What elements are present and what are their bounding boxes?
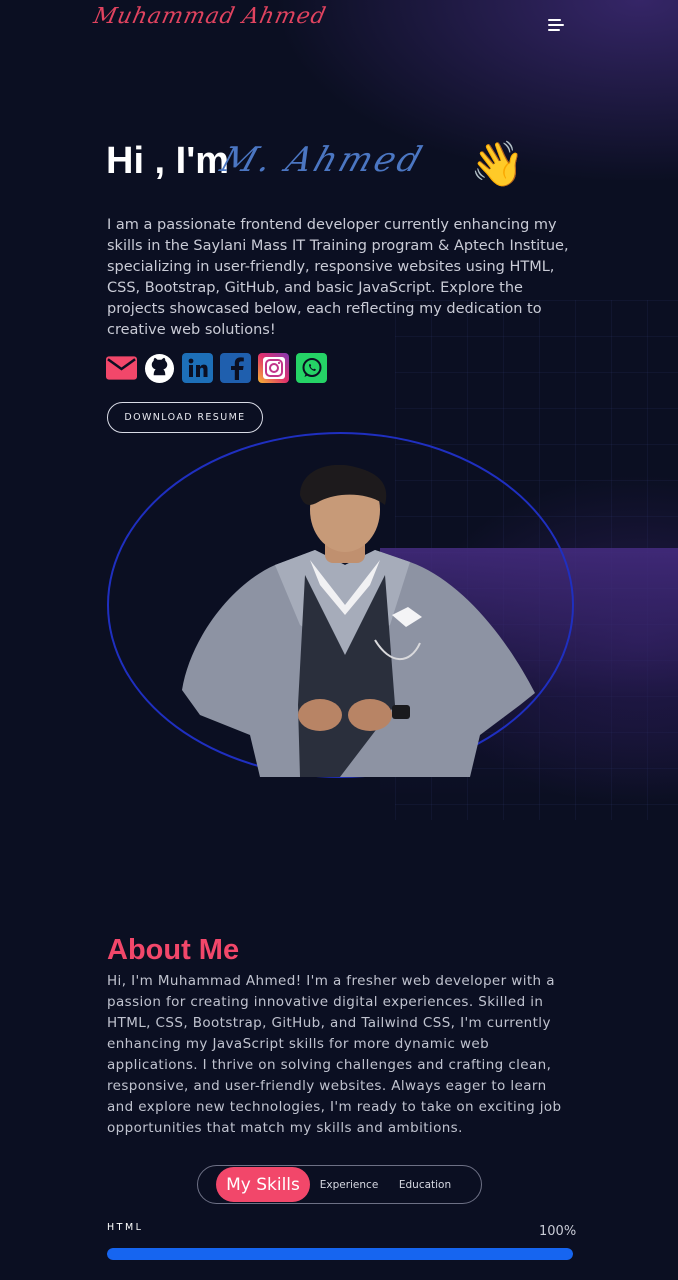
facebook-icon[interactable] <box>220 353 251 383</box>
tab-my-skills[interactable]: My Skills <box>216 1167 310 1202</box>
hamburger-menu-icon[interactable] <box>548 19 564 33</box>
tab-experience[interactable]: Experience <box>314 1167 384 1202</box>
skill-percent: 100% <box>539 1224 577 1239</box>
profile-photo <box>182 465 535 777</box>
tab-education[interactable]: Education <box>390 1167 460 1202</box>
hero-name-signature: M. Ahmed <box>215 140 430 180</box>
skills-tabs: My Skills Experience Education <box>197 1165 482 1204</box>
instagram-icon[interactable] <box>258 353 289 383</box>
linkedin-icon[interactable] <box>182 353 213 383</box>
site-logo[interactable]: Muhammad Ahmed <box>91 4 328 29</box>
hero-intro: I am a passionate frontend developer cur… <box>107 217 569 338</box>
skill-progress-fill <box>107 1248 573 1260</box>
hero-greeting: Hi , I'm <box>106 140 230 182</box>
email-icon[interactable] <box>106 353 137 383</box>
skill-name: HTML <box>107 1222 144 1233</box>
about-text: Hi, I'm Muhammad Ahmed! I'm a fresher we… <box>107 973 562 1136</box>
about-title: About Me <box>107 934 240 966</box>
github-icon[interactable] <box>144 353 175 383</box>
whatsapp-icon[interactable] <box>296 353 327 383</box>
download-resume-button[interactable]: DOWNLOAD RESUME <box>107 402 263 433</box>
social-links <box>106 353 327 383</box>
waving-hand-icon: 👋 <box>470 139 525 190</box>
skill-progress-bar <box>107 1248 573 1260</box>
